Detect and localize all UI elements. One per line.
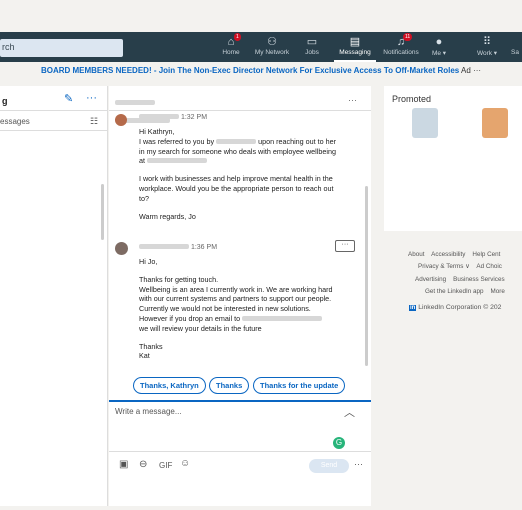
gif-icon[interactable]: GIF <box>159 461 172 470</box>
quick-reply-3[interactable]: Thanks for the update <box>253 377 346 394</box>
ad-tag: Ad <box>461 66 471 75</box>
bell-icon: ♫ <box>396 36 406 48</box>
message-options-button[interactable]: ··· <box>335 240 355 252</box>
message-input[interactable]: Write a message... <box>115 407 182 416</box>
nav-work[interactable]: ⠿ Work ▾ <box>472 35 502 61</box>
network-icon: ⚇ <box>267 36 277 48</box>
nav-my-network[interactable]: ⚇ My Network <box>252 35 292 61</box>
quick-reply-2[interactable]: Thanks <box>209 377 250 394</box>
scrollbar[interactable] <box>101 184 104 240</box>
scrollbar[interactable] <box>365 186 368 366</box>
nav-jobs[interactable]: ▭ Jobs <box>297 35 327 61</box>
msg2-time: 1:36 PM <box>190 244 218 251</box>
conversation-list: g ✎ ··· essages ☷ <box>0 86 108 506</box>
message-1: Hi Kathryn, I was referred to you by upo… <box>139 127 337 221</box>
image-icon[interactable]: ▣ <box>119 459 128 470</box>
footer-row: About Accessibility Help Cent <box>408 251 501 258</box>
attachment-icon[interactable]: ⊖ <box>139 459 147 470</box>
grammar-icon[interactable]: G <box>333 437 345 449</box>
ad-text: - Join The Non-Exec Director Network For… <box>151 66 460 75</box>
promoted-panel: Promoted <box>384 86 522 231</box>
message-2: Hi Jo, Thanks for getting touch. Wellbei… <box>139 257 333 361</box>
messaging-icon: ▤ <box>349 36 361 48</box>
compose-icon[interactable]: ✎ <box>64 92 73 105</box>
emoji-icon[interactable]: ☺ <box>180 458 190 469</box>
ad-banner[interactable]: BOARD MEMBERS NEEDED! - Join The Non-Exe… <box>0 66 522 82</box>
ad-headline: BOARD MEMBERS NEEDED! <box>40 66 152 75</box>
search-input[interactable]: rch <box>0 39 123 57</box>
copyright: in LinkedIn Corporation © 202 <box>409 304 502 311</box>
ad-more: ··· <box>473 66 482 75</box>
search-messages[interactable]: essages <box>0 117 30 126</box>
filter-icon[interactable]: ☷ <box>90 116 98 127</box>
nav-me[interactable]: ● Me ▾ <box>428 35 450 61</box>
briefcase-icon: ▭ <box>306 36 318 48</box>
nav-notifications[interactable]: ♫ Notifications 11 <box>380 33 422 61</box>
home-icon: ⌂ <box>227 36 235 48</box>
footer-row: Privacy & Terms ∨ Ad Choic <box>418 263 502 270</box>
promoted-title: Promoted <box>392 94 432 104</box>
msg1-time: 1:32 PM <box>180 114 208 121</box>
messaging-title: g <box>2 96 8 106</box>
footer-row: Advertising Business Services <box>415 276 505 283</box>
nav-sales[interactable]: Sa <box>508 35 522 61</box>
promoted-image[interactable] <box>412 108 438 138</box>
nav-home[interactable]: ⌂ Home 1 <box>216 33 246 61</box>
compose-more-icon[interactable]: ··· <box>354 459 363 469</box>
send-button[interactable]: Send <box>309 459 349 473</box>
avatar[interactable] <box>115 114 127 126</box>
quick-reply-1[interactable]: Thanks, Kathryn <box>133 377 206 394</box>
conversation-more-icon[interactable]: ··· <box>348 95 357 105</box>
avatar[interactable] <box>115 242 128 255</box>
avatar-icon: ● <box>435 36 443 48</box>
home-badge: 1 <box>234 33 241 41</box>
nav-messaging[interactable]: ▤ Messaging <box>334 35 376 62</box>
promoted-image[interactable] <box>482 108 508 138</box>
notifications-badge: 11 <box>403 33 413 41</box>
chevron-up-icon[interactable]: ︿ <box>344 404 355 420</box>
conversation-pane: ··· 1:32 PM Hi Kathryn, I was referred t… <box>109 86 371 506</box>
grid-icon: ⠿ <box>482 36 492 48</box>
linkedin-logo: in <box>409 305 417 311</box>
more-icon[interactable]: ··· <box>86 92 97 104</box>
footer-row: Get the LinkedIn app More <box>425 288 505 295</box>
